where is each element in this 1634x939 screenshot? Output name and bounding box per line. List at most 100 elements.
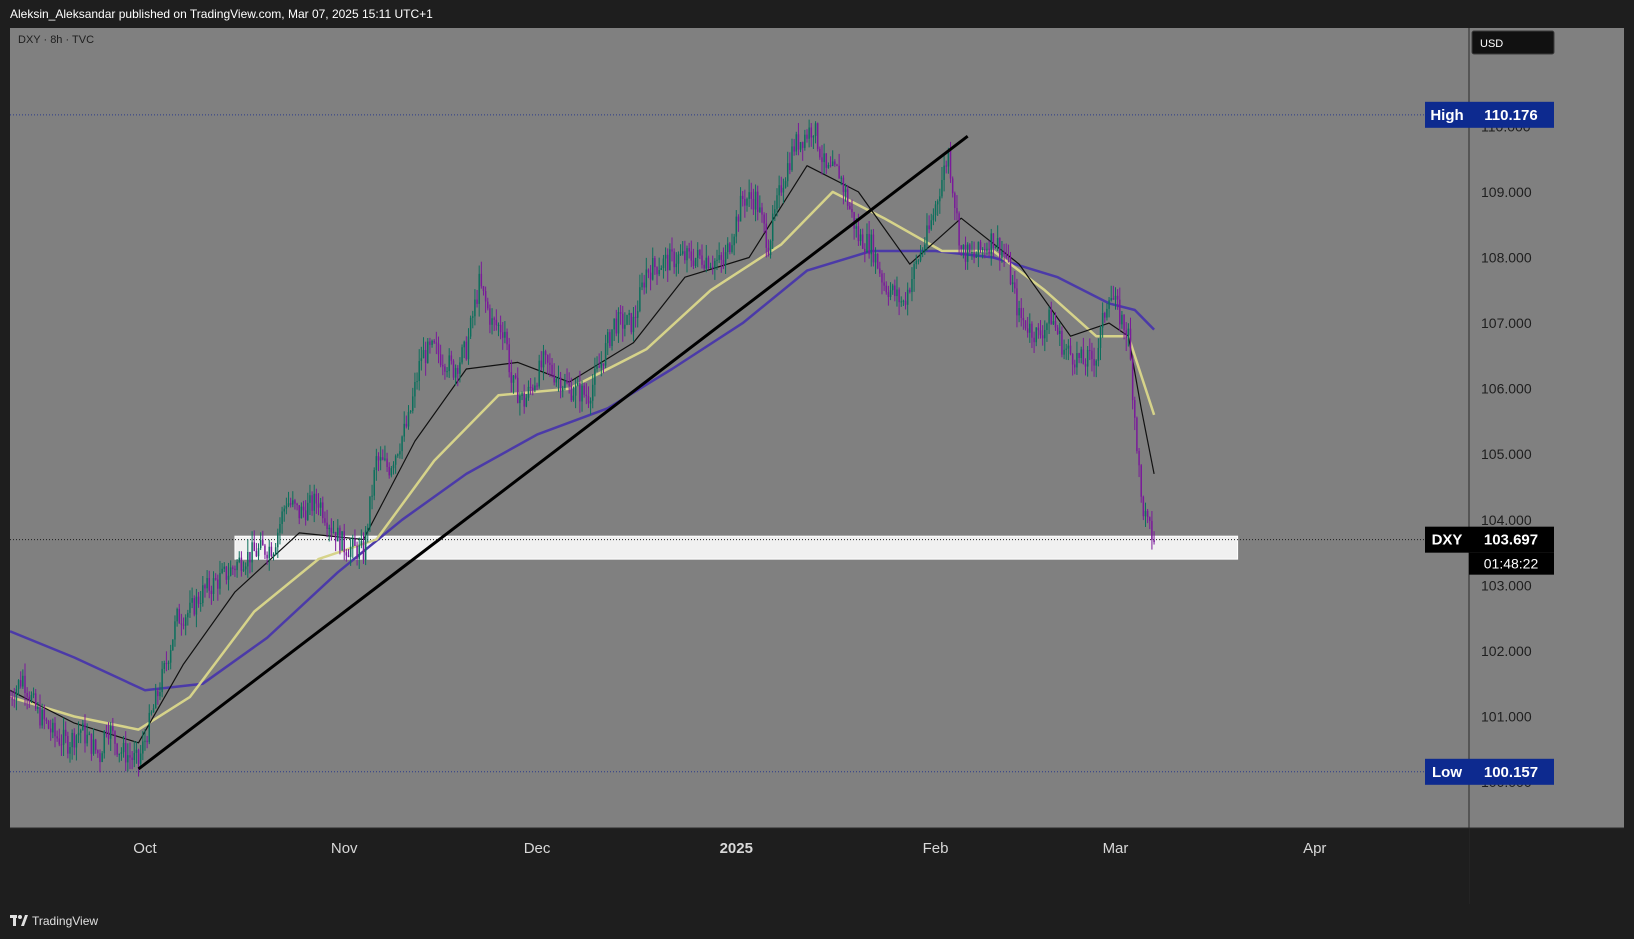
candle-body [1127,328,1130,339]
candle-body [1101,313,1104,328]
candle-body [988,248,990,254]
candle-body [876,253,879,269]
candle-body [1131,359,1134,401]
candle-body [962,244,965,249]
candle-body [79,730,82,733]
brand-name: TradingView [32,914,99,928]
candle-body [1112,298,1115,300]
chart-frame[interactable]: DXY · 8h · TVC USD 110.000109.000108.000… [10,28,1624,904]
y-tick-label: 109.000 [1481,184,1532,200]
candle-body [343,531,345,553]
candle-body [1136,417,1138,452]
candle-body [388,466,390,476]
candle-body [1116,295,1119,300]
y-tick-label: 104.000 [1481,512,1532,528]
candle-body [977,241,980,257]
candle-body [386,458,388,467]
candle-body [32,693,35,696]
candle-body [934,204,937,216]
candle-body [626,315,628,325]
candle-body [24,675,26,693]
candle-body [849,205,851,209]
footer-bar: TradingView [0,904,1634,939]
candle-body [1054,321,1057,328]
candle-body [127,755,129,763]
tradingview-icon [10,915,28,926]
x-tick-label: Nov [331,840,358,857]
candle-body [322,502,324,519]
candle-body [544,351,547,356]
candle-body [1093,359,1095,366]
candle-body [606,332,609,344]
candle-body [259,540,262,549]
candle-body [52,722,54,733]
candle-body [15,689,18,700]
candle-body [930,220,932,230]
candle-body [249,551,251,563]
candle-body [954,193,956,209]
candle-body [184,617,187,626]
candle-body [324,518,326,523]
candle-body [647,269,650,273]
currency-button[interactable]: USD [1471,30,1555,55]
candle-body [716,259,718,261]
candle-body [1142,496,1145,517]
candle-body [579,382,581,402]
candle-body [375,456,378,471]
candle-body [142,741,144,754]
candle-body [786,163,789,182]
candle-body [806,134,808,139]
candle-body [602,363,605,366]
price-chart[interactable]: DXY · 8h · TVC USD 110.000109.000108.000… [10,28,1624,904]
candle-body [632,316,635,333]
candle-body [1114,295,1117,300]
candle-body [169,650,172,663]
candle-body [341,531,343,551]
candle-body [1029,323,1031,333]
candle-body [744,198,746,206]
candle-body [1089,349,1091,351]
candle-body [422,350,425,359]
candle-body [1059,330,1061,334]
x-tick-label: Oct [133,840,157,857]
candle-body [971,252,973,254]
candle-body [853,212,855,229]
candle-body [754,191,757,210]
tradingview-logo[interactable]: TradingView [10,914,98,928]
candle-body [746,198,748,206]
candle-body [114,731,116,744]
candle-body [600,363,603,368]
candle-body [951,178,954,194]
candle-body [208,578,210,591]
x-tick-label: 2025 [720,840,753,857]
candle-body [879,268,881,274]
candle-body [347,555,350,557]
candle-body [699,249,701,256]
candle-body [576,382,579,386]
candle-body [722,259,725,265]
candle-body [793,146,795,152]
candle-body [251,542,253,563]
candle-body [904,300,907,305]
candle-body [816,123,819,149]
candle-body [512,375,515,383]
candle-body [936,201,939,205]
candle-body [124,742,127,763]
candle-body [427,341,429,363]
candle-body [553,374,555,383]
candle-body [761,207,763,215]
candle-body [729,243,731,252]
candle-body [1099,327,1102,348]
candle-body [624,324,626,329]
candle-body [242,569,245,571]
candle-body [1106,308,1108,318]
candle-body [161,668,163,693]
candle-body [349,546,352,557]
candle-body [75,735,78,748]
candle-body [703,264,705,269]
candle-body [465,341,468,360]
candle-body [821,157,823,163]
candle-body [529,386,532,388]
candle-body [448,355,450,372]
candle-body [675,263,678,268]
